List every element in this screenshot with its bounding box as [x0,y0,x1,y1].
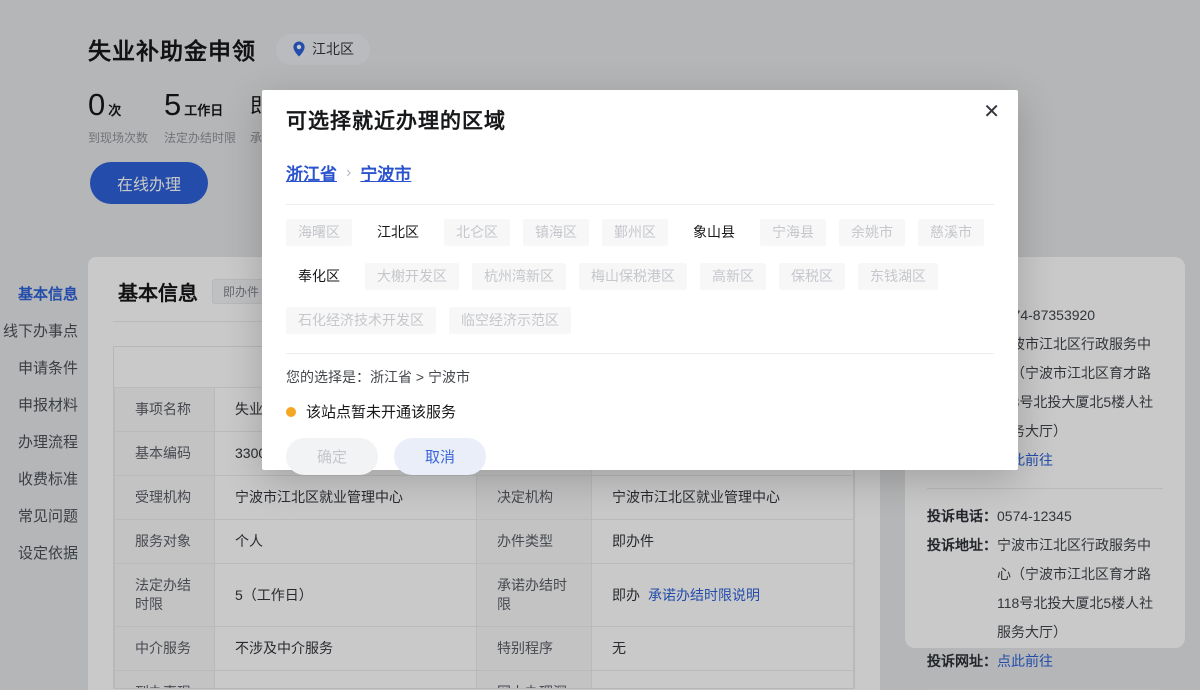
breadcrumb-city-link[interactable]: 宁波市 [360,160,411,185]
modal-actions: 确定 取消 [286,438,994,475]
region-button: 石化经济技术开发区 [286,307,436,334]
region-button: 海曙区 [286,219,352,246]
region-button: 余姚市 [839,219,905,246]
region-button: 北仑区 [444,219,510,246]
region-button: 慈溪市 [918,219,984,246]
service-unavailable-notice: 该站点暂未开通该服务 [286,401,994,422]
region-breadcrumb: 浙江省 › 宁波市 [286,160,994,185]
chevron-right-icon: › [346,164,351,182]
region-button: 梅山保税港区 [579,263,687,290]
region-button: 保税区 [779,263,845,290]
region-button: 东钱湖区 [858,263,938,290]
divider [286,204,994,205]
region-button: 宁海县 [760,219,826,246]
divider [286,353,994,354]
region-button[interactable]: 象山县 [681,219,747,246]
notice-text: 该站点暂未开通该服务 [306,401,456,422]
orange-dot-icon [286,407,296,417]
region-select-modal: ✕ 可选择就近办理的区域 浙江省 › 宁波市 海曙区江北区北仑区镇海区鄞州区象山… [262,90,1018,470]
confirm-button: 确定 [286,438,378,475]
region-button: 临空经济示范区 [449,307,571,334]
selection-label: 您的选择是： [286,369,370,385]
selection-summary: 您的选择是：浙江省 > 宁波市 [286,367,994,387]
close-icon[interactable]: ✕ [983,102,1000,122]
region-button[interactable]: 江北区 [365,219,431,246]
region-button: 大榭开发区 [365,263,459,290]
region-button: 杭州湾新区 [472,263,566,290]
region-button: 鄞州区 [602,219,668,246]
region-button-grid: 海曙区江北区北仑区镇海区鄞州区象山县宁海县余姚市慈溪市奉化区大榭开发区杭州湾新区… [286,219,994,334]
region-button[interactable]: 奉化区 [286,263,352,290]
region-button: 镇海区 [523,219,589,246]
cancel-button[interactable]: 取消 [394,438,486,475]
modal-title: 可选择就近办理的区域 [286,105,994,135]
selection-value: 浙江省 > 宁波市 [370,369,470,385]
breadcrumb-province-link[interactable]: 浙江省 [286,160,337,185]
region-button: 高新区 [700,263,766,290]
